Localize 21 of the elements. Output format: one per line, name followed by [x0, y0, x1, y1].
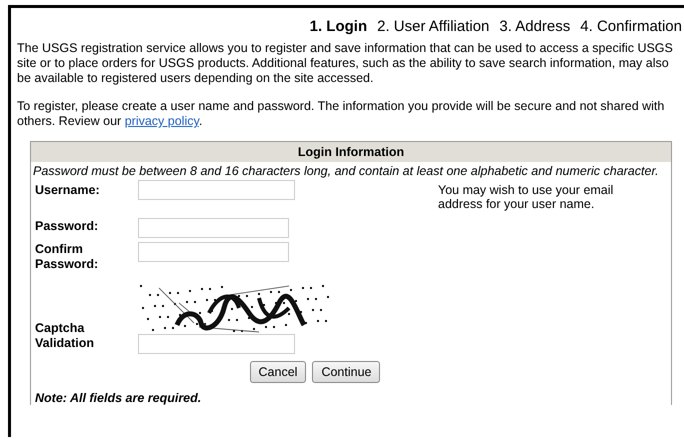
field-label: Username: [35, 182, 101, 198]
field-label: Confirm Password: [35, 241, 100, 272]
input-field[interactable] [138, 180, 295, 200]
captcha-field[interactable] [138, 334, 295, 354]
step-label: 2. User Affiliation [377, 18, 490, 35]
hint-text: You may wish to use your email address for your user name. [438, 182, 614, 211]
field-label: Captcha Validation [35, 320, 96, 351]
continue-button[interactable]: Continue [312, 361, 380, 383]
panel-title: Login Information [31, 142, 671, 162]
step-label: 4. Confirmation [580, 18, 682, 35]
input-field[interactable] [138, 218, 289, 238]
password-rule: Password must be between 8 and 16 characters long, and contain at least one alphabetic and numeric character. [32, 163, 660, 179]
field-label: Password: [35, 218, 100, 234]
privacy-link[interactable]: privacy policy [124, 114, 199, 128]
intro-text: The USGS registration service allows you to register and save information that can be used to access a specific USGS site or to place orders for USGS products. Additional features, such as the ability to save search information, may also be available to registered users depending on the site accessed. [17, 41, 674, 86]
register-text: To register, please create a user name and password. The information you provide will be secure and not shared with others. Review our privacy policy. [17, 99, 666, 129]
note-text: Note: All fields are required. [34, 390, 202, 405]
step-label: 3. Address [499, 18, 570, 35]
input-field[interactable] [138, 242, 289, 262]
step-label: 1. Login [310, 18, 368, 35]
cancel-button[interactable]: Cancel [250, 361, 306, 383]
